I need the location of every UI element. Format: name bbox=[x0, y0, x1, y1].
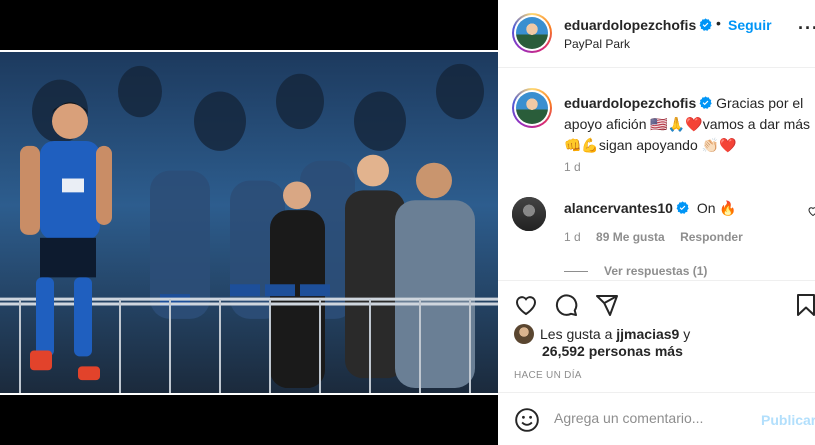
verified-icon bbox=[699, 96, 712, 109]
likes-count[interactable]: 26,592 personas más bbox=[542, 343, 683, 359]
comment-icon[interactable] bbox=[554, 293, 578, 317]
emoji-icon[interactable] bbox=[514, 407, 540, 433]
verified-icon bbox=[676, 201, 689, 214]
reply-button[interactable]: Responder bbox=[680, 230, 743, 244]
photo-frame bbox=[0, 50, 498, 395]
location-link[interactable]: PayPal Park bbox=[564, 37, 630, 51]
save-bookmark-icon[interactable] bbox=[794, 293, 815, 317]
commenter-avatar[interactable] bbox=[512, 197, 546, 231]
author-avatar[interactable] bbox=[512, 13, 552, 53]
post-timestamp[interactable]: HACE UN DÍA bbox=[514, 370, 582, 381]
comments-area[interactable]: eduardolopezchofis Gracias por el apoyo … bbox=[498, 69, 815, 279]
caption-time[interactable]: 1 d bbox=[564, 160, 581, 174]
post-media[interactable] bbox=[0, 0, 498, 445]
likes-prefix: Les gusta a bbox=[540, 326, 613, 342]
replies-line bbox=[564, 271, 588, 273]
follow-button[interactable]: Seguir bbox=[728, 17, 772, 33]
view-replies-label: Ver respuestas (1) bbox=[604, 264, 708, 278]
share-icon[interactable] bbox=[595, 293, 619, 317]
comment-likes[interactable]: 89 Me gusta bbox=[596, 230, 665, 244]
separator-dot: • bbox=[716, 15, 721, 31]
view-replies-button[interactable]: Ver respuestas (1) bbox=[564, 264, 707, 278]
publish-button[interactable]: Publicar bbox=[761, 412, 815, 428]
liker-avatar[interactable] bbox=[514, 324, 534, 344]
post-panel: eduardolopezchofis • Seguir PayPal Park … bbox=[498, 0, 815, 445]
caption-username[interactable]: eduardolopezchofis bbox=[564, 95, 696, 111]
comment-input[interactable] bbox=[554, 410, 744, 426]
comment-text: On 🔥 bbox=[696, 200, 737, 216]
author-username[interactable]: eduardolopezchofis bbox=[564, 17, 696, 33]
comment-meta: 1 d 89 Me gusta Responder bbox=[564, 230, 755, 244]
likes-summary: Les gusta a jjmacias9 y bbox=[514, 324, 690, 344]
comment-item: alancervantes10 On 🔥 bbox=[564, 200, 737, 217]
likes-suffix: y bbox=[683, 326, 691, 342]
comment-time[interactable]: 1 d bbox=[564, 230, 581, 244]
comment-like-icon[interactable] bbox=[807, 205, 815, 217]
caption-author-avatar[interactable] bbox=[512, 88, 552, 128]
add-comment-bar: Publicar bbox=[498, 392, 815, 445]
post-photo[interactable] bbox=[0, 52, 498, 393]
caption: eduardolopezchofis Gracias por el apoyo … bbox=[564, 93, 814, 156]
verified-icon bbox=[699, 18, 712, 31]
liker-username[interactable]: jjmacias9 bbox=[616, 326, 679, 342]
post-header: eduardolopezchofis • Seguir PayPal Park … bbox=[498, 0, 815, 68]
author-username-line: eduardolopezchofis bbox=[564, 17, 712, 35]
more-icon[interactable]: ··· bbox=[798, 18, 815, 39]
commenter-username[interactable]: alancervantes10 bbox=[564, 200, 673, 216]
like-heart-icon[interactable] bbox=[514, 293, 538, 317]
action-bar bbox=[498, 280, 815, 328]
